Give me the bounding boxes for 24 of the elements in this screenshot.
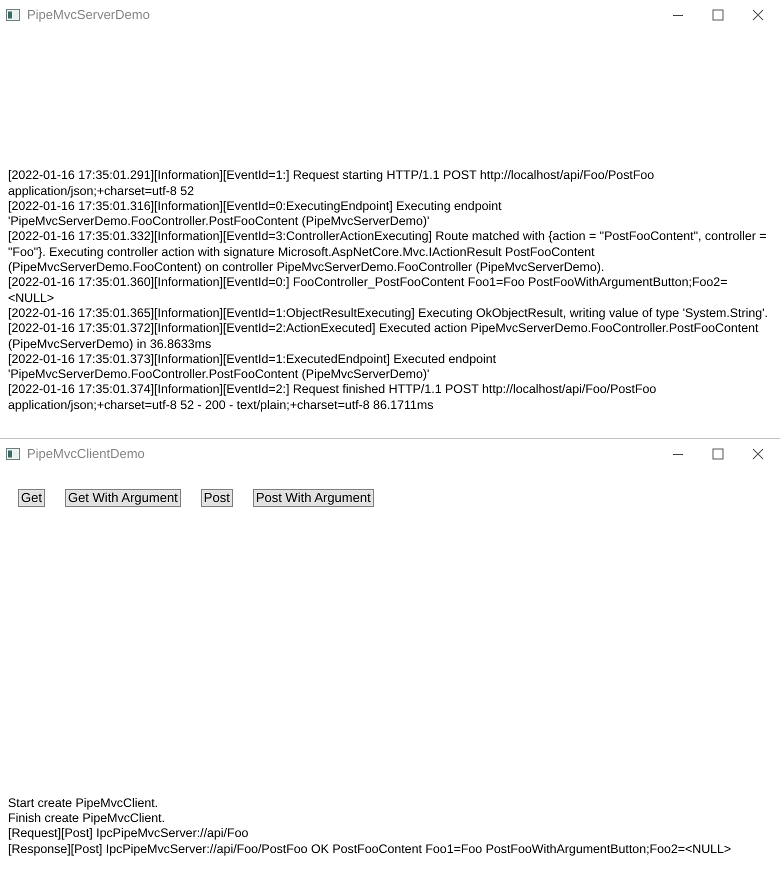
log-line: [2022-01-16 17:35:01.373][Information][EventId=1:ExecutedEndpoint] Executed endpoint 'PipeMvcServerDemo.FooController.PostFooContent (PipeMvcServerDemo)' [8,352,498,382]
log-line: [2022-01-16 17:35:01.291][Information][EventId=1:] Request starting HTTP/1.1 POST http://localhost/api/Foo/PostFoo application/json;+charset=utf-8 52 [8,168,656,199]
log-line: Finish create PipeMvcClient. [8,811,166,826]
close-icon[interactable] [752,448,764,460]
maximize-icon[interactable] [712,9,724,21]
log-line: [2022-01-16 17:35:01.332][Information][EventId=3:ControllerActionExecuting] Route matched with {action = "PostFooContent", controller = "Foo"}. Executing controller action with signature Microsoft.AspNetCore.Mvc.IActionResult PostFooContent (PipeMvcServerDemo.FooContent) on controller PipeMvcServerDemo.FooController (PipeMvcServerDemo). [8,229,768,276]
app-icon [6,9,20,21]
log-line: [2022-01-16 17:35:01.360][Information][EventId=0:] FooController_PostFooContent Foo1=Foo PostFooWithArgumentButton;Foo2=<NULL> [8,275,728,306]
action-button[interactable]: Post With Argument [252,489,374,507]
action-button[interactable]: Post [200,489,233,507]
log-line: [Response][Post] IpcPipeMvcServer://api/Foo/PostFoo OK PostFooContent Foo1=Foo PostFooWithArgumentButton;Foo2=<NULL> [8,842,732,857]
log-line: [2022-01-16 17:35:01.365][Information][EventId=1:ObjectResultExecuting] Executing OkObjectResult, writing value of type 'System.String'. [8,306,769,322]
window-title: PipeMvcClientDemo [27,445,145,464]
log-line: Start create PipeMvcClient. [8,796,160,812]
log-line: [2022-01-16 17:35:01.372][Information][EventId=2:ActionExecuted] Executed action PipeMvcServerDemo.FooController.PostFooContent (PipeMvcServerDemo) in 36.8633ms [8,321,760,352]
app-icon [6,448,20,460]
action-button[interactable]: Get With Argument [64,489,181,507]
maximize-icon[interactable] [712,448,724,460]
log-line: [2022-01-16 17:35:01.316][Information][EventId=0:ExecutingEndpoint] Executing endpoint 'PipeMvcServerDemo.FooController.PostFooContent (PipeMvcServerDemo)' [8,198,503,230]
log-line: [2022-01-16 17:35:01.374][Information][EventId=2:] Request finished HTTP/1.1 POST http://localhost/api/Foo/PostFoo application/json;+charset=utf-8 52 - 200 - text/plain;+charset=utf-8 86.1711ms [8,382,658,413]
close-icon[interactable] [752,9,764,21]
log-line: [Request][Post] IpcPipeMvcServer://api/Foo [8,826,250,842]
action-button[interactable]: Get [18,489,45,507]
window-title: PipeMvcServerDemo [27,6,150,24]
